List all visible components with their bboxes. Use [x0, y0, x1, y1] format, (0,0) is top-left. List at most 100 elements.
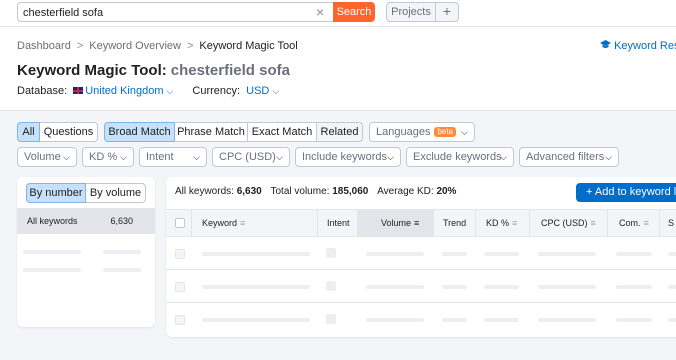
keywords-table-panel: All keywords: 6,630 Total volume: 185,06… [166, 177, 676, 337]
table-row [166, 303, 676, 336]
table-header: Keyword ≡ Intent Volume ≡ Trend KD % ≡ CPC … [166, 209, 676, 237]
loading-placeholder [23, 268, 81, 272]
graduation-cap-icon [600, 40, 614, 52]
loading-placeholder [202, 285, 310, 289]
loading-placeholder [484, 318, 519, 322]
loading-placeholder [442, 318, 467, 322]
column-label: Keyword [202, 218, 238, 228]
column-intent[interactable]: Intent [318, 210, 358, 237]
keyword-research-link[interactable]: Keyword Rese [600, 40, 676, 52]
beta-badge: beta [434, 127, 457, 137]
row-checkbox[interactable] [175, 249, 185, 259]
all-keywords-value: 6,630 [236, 186, 262, 197]
page-title-query: chesterfield sofa [170, 62, 290, 79]
search-button[interactable]: Search [333, 2, 375, 22]
filter-advanced[interactable]: Advanced filters ⌵ [519, 147, 619, 167]
filter-label: Advanced filters [526, 151, 605, 163]
loading-placeholder [366, 285, 424, 289]
loading-placeholder [202, 252, 310, 256]
loading-placeholder [668, 318, 676, 322]
row-checkbox[interactable] [175, 315, 185, 325]
loading-placeholder [326, 314, 336, 324]
sort-icon: ≡ [512, 218, 518, 228]
group-count: 6,630 [110, 216, 133, 226]
filter-label: Intent [146, 151, 174, 163]
chevron-down-icon: ⌵ [500, 152, 507, 162]
column-label: Com. [619, 218, 641, 228]
tab-phrase-match[interactable]: Phrase Match [175, 122, 248, 142]
column-label: S [668, 218, 675, 228]
breadcrumb-keyword-overview[interactable]: Keyword Overview [89, 40, 181, 52]
breadcrumb: Dashboard > Keyword Overview > Keyword Magic… [17, 40, 298, 52]
search-box[interactable]: × [17, 2, 333, 22]
breadcrumb-dashboard[interactable]: Dashboard [17, 40, 71, 52]
add-to-keyword-list-button[interactable]: + Add to keyword l [576, 183, 676, 202]
keyword-groups-panel: By number By volume All keywords 6,630 [17, 177, 155, 327]
projects-button[interactable]: Projects [386, 2, 436, 22]
filter-intent[interactable]: Intent ⌵ [139, 147, 207, 167]
table-row [166, 270, 676, 303]
column-keyword[interactable]: Keyword ≡ [192, 210, 318, 237]
column-label: CPC (USD) [541, 218, 588, 228]
column-serp[interactable]: S [660, 210, 676, 237]
average-kd-label: Average KD: [377, 186, 434, 197]
chevron-down-icon: ⌵ [193, 152, 200, 162]
loading-placeholder [616, 318, 652, 322]
page-title-label: Keyword Magic Tool: [17, 62, 167, 79]
column-volume[interactable]: Volume ≡ [358, 210, 434, 237]
loading-placeholder [538, 318, 596, 322]
loading-placeholder [366, 252, 424, 256]
filter-label: Include keywords [302, 151, 387, 163]
search-input[interactable] [23, 6, 308, 20]
keyword-research-label: Keyword Rese [614, 40, 676, 52]
group-label: All keywords [27, 216, 78, 226]
filter-label: Volume [24, 151, 61, 163]
filter-include-keywords[interactable]: Include keywords ⌵ [295, 147, 401, 167]
chevron-right-icon: > [76, 40, 84, 52]
by-number-toggle[interactable]: By number [26, 183, 86, 203]
languages-dropdown[interactable]: Languages beta ⌵ [369, 122, 475, 142]
loading-placeholder [484, 285, 519, 289]
filter-label: KD % [89, 151, 118, 163]
loading-placeholder [23, 250, 81, 254]
filter-exclude-keywords[interactable]: Exclude keywords ⌵ [406, 147, 514, 167]
select-all-checkbox[interactable] [175, 218, 185, 228]
chevron-down-icon: ⌵ [120, 152, 127, 162]
total-volume-value: 185,060 [332, 186, 369, 197]
tab-questions[interactable]: Questions [40, 122, 98, 142]
table-row [166, 237, 676, 270]
column-competition[interactable]: Com. ≡ [608, 210, 660, 237]
currency-value: USD [246, 85, 270, 97]
currency-label: Currency: [192, 85, 241, 97]
tab-exact-match[interactable]: Exact Match [248, 122, 317, 142]
tab-all[interactable]: All [17, 122, 40, 142]
top-bar: × Search Projects + [0, 0, 676, 27]
column-kd[interactable]: KD % ≡ [476, 210, 530, 237]
row-checkbox[interactable] [175, 282, 185, 292]
filter-kd[interactable]: KD % ⌵ [82, 147, 134, 167]
chevron-right-icon: > [186, 40, 194, 52]
chevron-down-icon: ⌵ [387, 152, 394, 162]
add-project-button[interactable]: + [436, 2, 459, 22]
average-kd-value: 20% [436, 186, 457, 197]
languages-label: Languages [376, 126, 431, 138]
all-keywords-label: All keywords: [175, 186, 234, 197]
tab-broad-match[interactable]: Broad Match [104, 122, 175, 142]
group-row-all-keywords[interactable]: All keywords 6,630 [17, 208, 155, 234]
by-volume-toggle[interactable]: By volume [86, 183, 146, 203]
column-label: Trend [443, 218, 467, 228]
database-select[interactable]: United Kingdom ⌵ [70, 85, 173, 97]
chevron-down-icon: ⌵ [63, 152, 70, 162]
filter-volume[interactable]: Volume ⌵ [17, 147, 77, 167]
tab-related[interactable]: Related [317, 122, 363, 142]
loading-placeholder [616, 285, 652, 289]
currency-select[interactable]: USD ⌵ [243, 85, 279, 97]
keyword-stats: All keywords: 6,630 Total volume: 185,06… [175, 186, 456, 197]
column-trend[interactable]: Trend [434, 210, 476, 237]
clear-icon[interactable]: × [316, 4, 324, 20]
chevron-down-icon: ⌵ [461, 127, 468, 137]
filter-cpc[interactable]: CPC (USD) ⌵ [212, 147, 290, 167]
column-cpc[interactable]: CPC (USD) ≡ [530, 210, 608, 237]
loading-placeholder [442, 252, 467, 256]
loading-placeholder [538, 285, 596, 289]
